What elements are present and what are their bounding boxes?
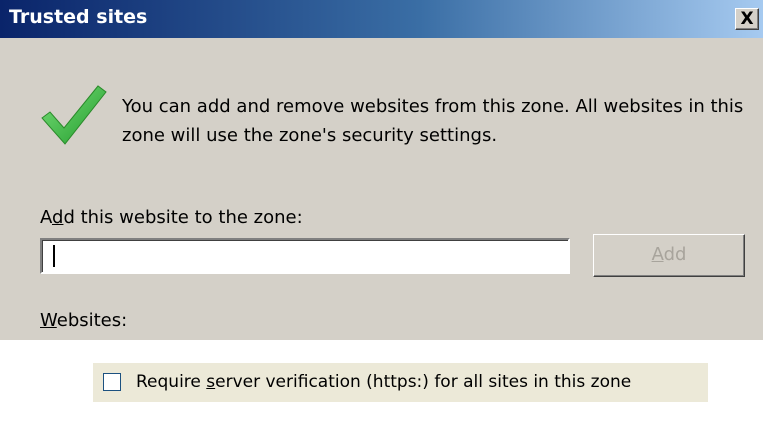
close-button[interactable]: X xyxy=(735,8,759,30)
trusted-sites-dialog: Trusted sites X You can add and remove w… xyxy=(0,0,763,340)
close-icon: X xyxy=(740,9,754,29)
server-verification-row: Require server verification (https:) for… xyxy=(93,363,708,402)
text-caret xyxy=(53,245,55,267)
green-checkmark-icon xyxy=(41,85,107,145)
server-verification-checkbox[interactable] xyxy=(103,373,121,391)
zone-info-text: You can add and remove websites from thi… xyxy=(122,96,744,146)
websites-label: Websites: xyxy=(40,310,128,331)
add-website-label: Add this website to the zone: xyxy=(40,207,303,228)
server-verification-label[interactable]: Require server verification (https:) for… xyxy=(136,372,631,392)
add-button[interactable]: Add xyxy=(593,234,745,277)
website-url-input[interactable] xyxy=(40,238,570,274)
title-bar: Trusted sites X xyxy=(0,0,763,38)
dialog-title: Trusted sites xyxy=(9,6,148,28)
